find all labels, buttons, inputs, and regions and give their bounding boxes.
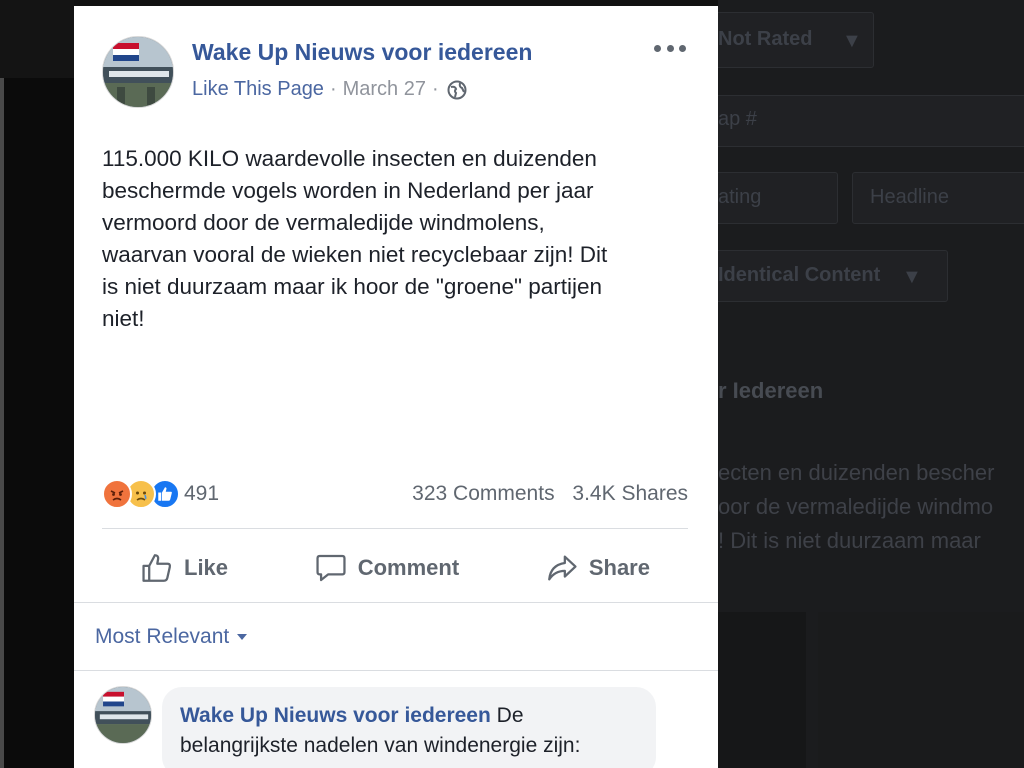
globe-icon [447,80,467,100]
like-icon [142,554,172,582]
page-name-link[interactable]: Wake Up Nieuws voor iedereen [192,39,532,66]
divider [74,602,718,603]
caret-down-icon [237,634,248,640]
chevron-down-icon: ▼ [902,266,922,288]
background-left-strip [0,78,4,768]
action-bar: Like Comment Share [102,536,688,600]
rating-label: ating [718,186,762,208]
background-title: r Iedereen [718,378,824,403]
reaction-count[interactable]: 491 [184,482,219,506]
chevron-down-icon: ▼ [842,30,862,52]
post-card: Wake Up Nieuws voor iedereen Like This P… [74,6,718,768]
more-options-icon[interactable] [654,36,686,60]
like-button[interactable]: Like [140,551,228,585]
field-box [714,95,1024,147]
background-left-top [0,0,74,78]
background-photo [818,612,1024,768]
separator-dot: · [431,78,439,100]
comment-button[interactable]: Comment [314,551,459,585]
background-left-panel [0,0,74,768]
post-body-text: 115.000 KILO waardevolle insecten en dui… [102,146,608,331]
background-text-line: ! Dit is niet duurzaam maar [718,528,981,553]
background-text-line: ecten en duizenden bescher [718,460,995,485]
page-avatar[interactable] [102,36,174,108]
share-button-label: Share [588,555,650,580]
identical-content-label: Identical Content [718,264,881,286]
comment-author-link[interactable]: Wake Up Nieuws voor iedereen [180,704,491,727]
shares-count-link[interactable]: 3.4K Shares [572,482,688,505]
reactions-summary[interactable]: 491 [102,479,219,509]
share-icon [547,555,577,581]
comment-bubble: Wake Up Nieuws voor iedereen De belangri… [162,687,656,768]
background-photo [718,612,806,768]
background-right-panel: Not Rated ▼ ap # ating Headline Identica… [714,0,1024,768]
background-text-line: oor de vermaledijde windmo [718,494,994,519]
comment-sort-label: Most Relevant [95,625,230,648]
headline-label: Headline [870,186,949,208]
angry-reaction-icon [102,479,132,509]
not-rated-label: Not Rated [718,28,813,50]
divider [74,670,718,671]
like-button-label: Like [184,555,229,580]
comment-sort-dropdown[interactable]: Most Relevant [95,625,248,649]
like-page-link[interactable]: Like This Page [192,78,324,101]
post-meta: Like This Page · March 27 · [192,78,467,101]
engagement-counts: 323 Comments 3.4K Shares [412,482,688,506]
comment-icon [316,554,346,582]
comment-author-avatar[interactable] [94,686,152,744]
divider [102,528,688,529]
comments-count-link[interactable]: 323 Comments [412,482,554,505]
comment-button-label: Comment [357,555,460,580]
separator-dot: · [329,78,337,100]
post-date-link[interactable]: March 27 [343,78,426,101]
field-placeholder: ap # [718,108,757,130]
share-button[interactable]: Share [545,551,650,585]
